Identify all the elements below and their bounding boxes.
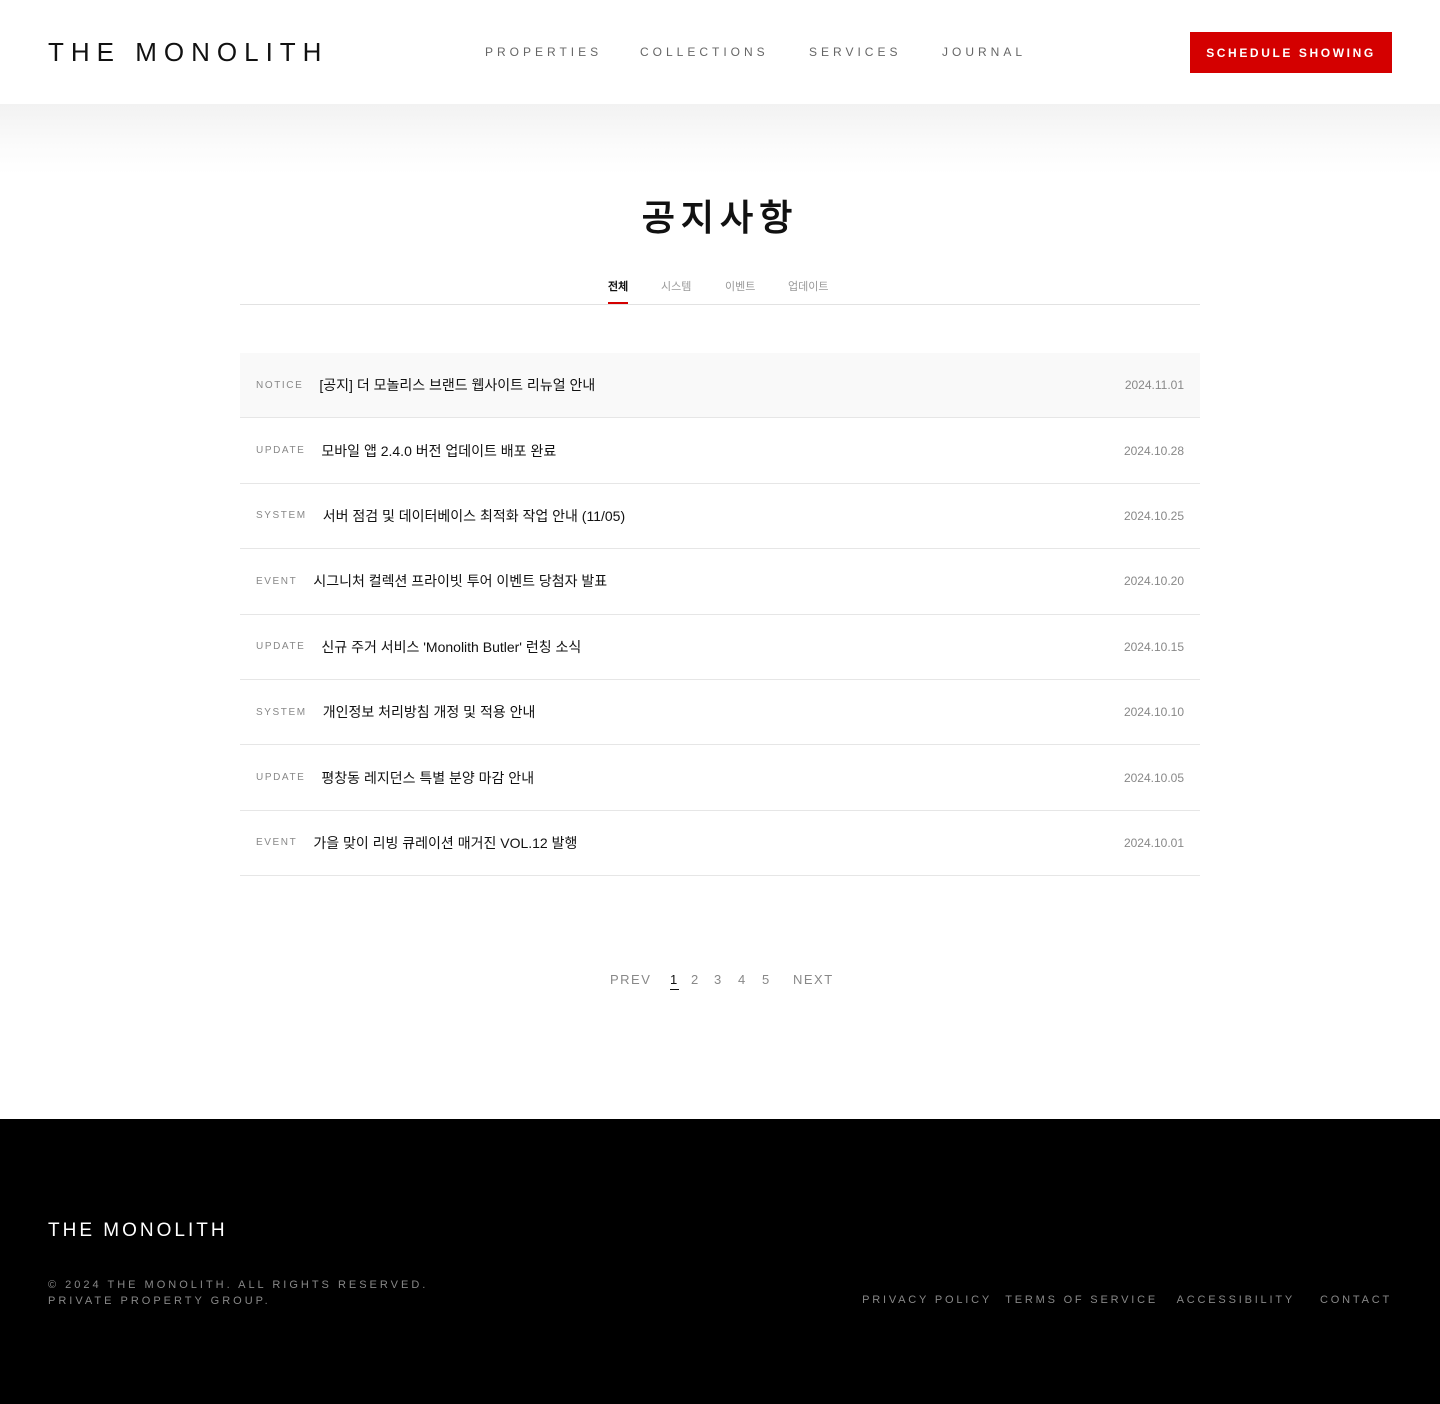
nav-properties[interactable]: PROPERTIES [485, 44, 602, 60]
notice-category: EVENT [256, 575, 298, 587]
copyright-line-1: © 2024 THE MONOLITH. ALL RIGHTS RESERVED… [48, 1279, 429, 1291]
notice-date: 2024.10.10 [1123, 705, 1184, 720]
notice-subject[interactable]: 서버 점검 및 데이터베이스 최적화 작업 안내 (11/05) [323, 506, 625, 526]
copyright-line-2: PRIVATE PROPERTY GROUP. [48, 1295, 271, 1307]
notice-date: 2024.10.28 [1123, 443, 1184, 458]
page-title: 공지사항 [641, 197, 799, 239]
notice-row[interactable]: NOTICE [공지] 더 모놀리스 브랜드 웹사이트 리뉴얼 안내 2024.… [240, 353, 1200, 419]
notice-subject[interactable]: 모바일 앱 2.4.0 버전 업데이트 배포 완료 [321, 441, 556, 461]
notice-category: UPDATE [256, 772, 306, 784]
notice-date: 2024.10.20 [1123, 574, 1184, 589]
site-header: THE MONOLITH PROPERTIES COLLECTIONS SERV… [0, 0, 1440, 104]
pagination-page-2[interactable]: 2 [691, 972, 700, 988]
footer-link-privacy[interactable]: PRIVACY POLICY [862, 1292, 992, 1308]
pagination: PREV 1 2 3 4 5 NEXT [0, 972, 1440, 992]
notice-row[interactable]: EVENT 가을 맞이 리빙 큐레이션 매거진 VOL.12 발행 2024.1… [240, 811, 1200, 877]
notice-date: 2024.10.25 [1123, 508, 1184, 523]
pagination-page-3[interactable]: 3 [714, 972, 723, 988]
tab-all[interactable]: 전체 [608, 280, 629, 304]
site-logo[interactable]: THE MONOLITH [48, 36, 328, 68]
footer-copyright: © 2024 THE MONOLITH. ALL RIGHTS RESERVED… [48, 1277, 428, 1309]
pagination-prev-button[interactable]: PREV [610, 972, 651, 988]
footer-logo: THE MONOLITH [48, 1220, 228, 1241]
site-footer: THE MONOLITH © 2024 THE MONOLITH. ALL RI… [0, 1119, 1440, 1404]
notice-date: 2024.10.05 [1123, 770, 1184, 785]
nav-journal[interactable]: JOURNAL [942, 44, 1026, 60]
tab-system[interactable]: 시스템 [661, 280, 691, 294]
notice-category: NOTICE [256, 379, 304, 391]
notice-category: EVENT [256, 837, 298, 849]
nav-services[interactable]: SERVICES [809, 44, 901, 60]
tab-event[interactable]: 이벤트 [725, 280, 755, 294]
notice-subject[interactable]: 가을 맞이 리빙 큐레이션 매거진 VOL.12 발행 [313, 833, 577, 853]
notice-subject[interactable]: [공지] 더 모놀리스 브랜드 웹사이트 리뉴얼 안내 [319, 375, 595, 395]
notice-list: NOTICE [공지] 더 모놀리스 브랜드 웹사이트 리뉴얼 안내 2024.… [240, 353, 1200, 877]
notice-category: UPDATE [256, 641, 306, 653]
pagination-page-1[interactable]: 1 [670, 972, 679, 990]
pagination-page-4[interactable]: 4 [738, 972, 747, 988]
pagination-page-5[interactable]: 5 [762, 972, 771, 988]
notice-subject[interactable]: 개인정보 처리방침 개정 및 적용 안내 [323, 702, 536, 722]
header-fade [0, 104, 1440, 174]
notice-subject[interactable]: 시그니처 컬렉션 프라이빗 투어 이벤트 당첨자 발표 [313, 571, 607, 591]
notice-subject[interactable]: 신규 주거 서비스 'Monolith Butler' 런칭 소식 [321, 637, 581, 657]
pagination-next-button[interactable]: NEXT [793, 972, 834, 988]
notice-row[interactable]: UPDATE 모바일 앱 2.4.0 버전 업데이트 배포 완료 2024.10… [240, 418, 1200, 484]
category-tabs: 전체 시스템 이벤트 업데이트 [240, 270, 1200, 305]
notice-row[interactable]: UPDATE 신규 주거 서비스 'Monolith Butler' 런칭 소식… [240, 615, 1200, 680]
footer-link-terms[interactable]: TERMS OF SERVICE [1005, 1292, 1158, 1308]
footer-link-contact[interactable]: CONTACT [1320, 1292, 1392, 1308]
notice-date: 2024.11.01 [1124, 378, 1184, 393]
notice-category: SYSTEM [256, 510, 307, 522]
schedule-showing-button[interactable]: SCHEDULE SHOWING [1190, 32, 1392, 73]
footer-link-accessibility[interactable]: ACCESSIBILITY [1177, 1292, 1295, 1308]
notice-subject[interactable]: 평창동 레지던스 특별 분양 마감 안내 [321, 768, 534, 788]
notice-date: 2024.10.15 [1123, 639, 1184, 654]
nav-collections[interactable]: COLLECTIONS [640, 44, 769, 60]
notice-category: UPDATE [256, 445, 306, 457]
notice-row[interactable]: SYSTEM 개인정보 처리방침 개정 및 적용 안내 2024.10.10 [240, 680, 1200, 746]
notice-row[interactable]: SYSTEM 서버 점검 및 데이터베이스 최적화 작업 안내 (11/05) … [240, 484, 1200, 550]
notice-row[interactable]: UPDATE 평창동 레지던스 특별 분양 마감 안내 2024.10.05 [240, 745, 1200, 811]
tab-update[interactable]: 업데이트 [788, 280, 828, 294]
notice-category: SYSTEM [256, 706, 307, 718]
notice-date: 2024.10.01 [1123, 835, 1184, 850]
notice-row[interactable]: EVENT 시그니처 컬렉션 프라이빗 투어 이벤트 당첨자 발표 2024.1… [240, 549, 1200, 615]
